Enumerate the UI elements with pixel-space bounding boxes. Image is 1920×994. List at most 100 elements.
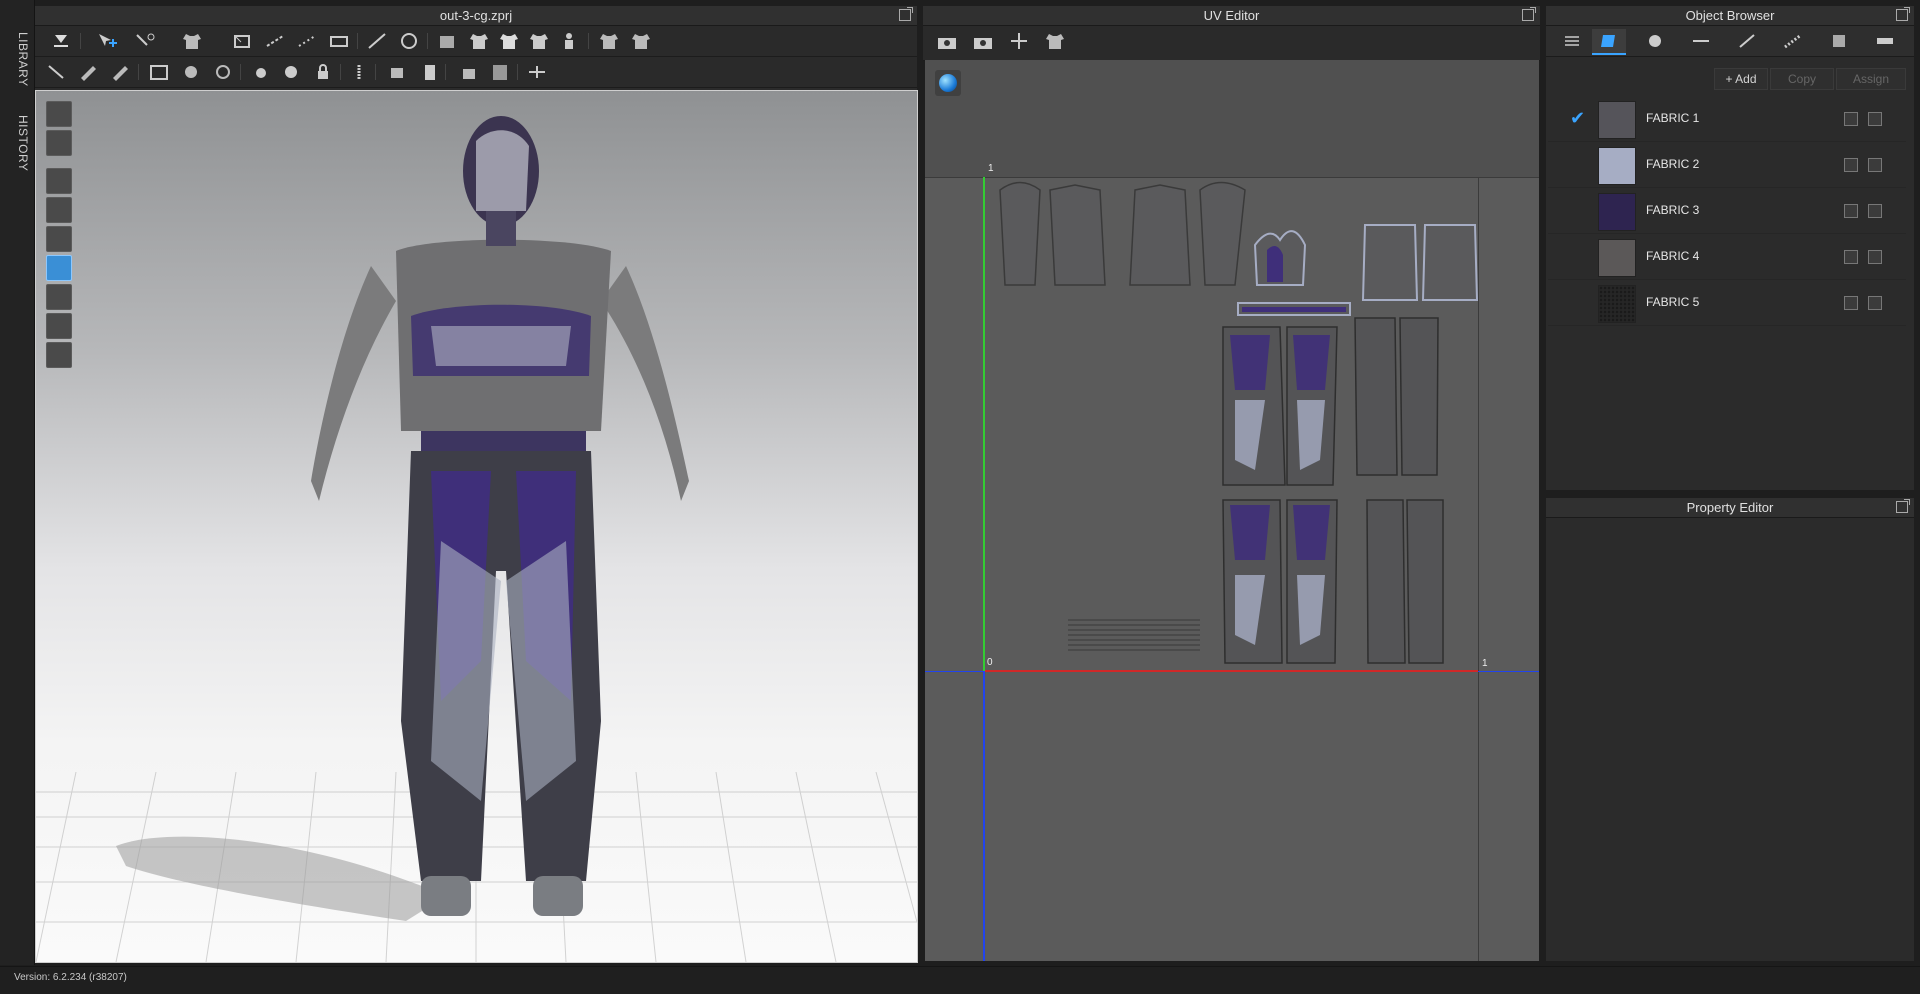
3d-window-titlebar: out-3-cg.zprj — [35, 6, 917, 26]
select-move-icon[interactable] — [95, 31, 119, 51]
lock-icon[interactable] — [311, 62, 335, 82]
duplicate-fabric-icon[interactable] — [1868, 112, 1882, 126]
duplicate-fabric-icon[interactable] — [1868, 158, 1882, 172]
uv-editor-title: UV Editor — [1203, 8, 1260, 23]
mesh-mode-icon[interactable] — [46, 284, 72, 310]
tack-icon[interactable] — [263, 31, 287, 51]
add-button[interactable]: + Add — [1714, 68, 1768, 90]
zipper-icon[interactable] — [347, 62, 371, 82]
duplicate-fabric-icon[interactable] — [1868, 296, 1882, 310]
button-icon[interactable] — [179, 62, 203, 82]
uv-editor-header: UV Editor — [923, 6, 1540, 61]
fabric-tab-icon[interactable] — [1592, 29, 1626, 55]
uv-canvas[interactable]: 1 0 1 — [925, 60, 1539, 961]
assign-button[interactable]: Assign — [1836, 68, 1906, 90]
zipper-tab-icon[interactable] — [1776, 29, 1810, 53]
fabric-row[interactable]: FABRIC 2 — [1548, 142, 1906, 188]
library-tab[interactable]: LIBRARY — [4, 32, 30, 87]
popout-icon[interactable] — [1522, 7, 1536, 21]
fold-icon[interactable] — [230, 31, 254, 51]
graphic-tab-icon[interactable] — [1822, 29, 1856, 53]
avatar-icon[interactable] — [557, 31, 581, 51]
topstitch-tab-icon[interactable] — [1684, 29, 1718, 53]
3d-toolbar-row-2 — [35, 57, 917, 88]
fabric-swatch[interactable] — [1598, 101, 1636, 139]
puckering-icon[interactable] — [487, 62, 511, 82]
pin-icon[interactable] — [295, 31, 319, 51]
button-tab-icon[interactable] — [1638, 29, 1672, 53]
copy-button[interactable]: Copy — [1770, 68, 1834, 90]
popout-icon[interactable] — [1896, 7, 1910, 21]
globe-icon[interactable] — [46, 342, 72, 368]
graphic-icon[interactable] — [147, 62, 171, 82]
object-browser-titlebar: Object Browser — [1546, 6, 1914, 26]
duplicate-fabric-icon[interactable] — [1868, 204, 1882, 218]
apply-fabric-icon[interactable] — [1844, 204, 1858, 218]
avatar-measure-icon[interactable] — [435, 31, 459, 51]
avatar-silhouette-icon[interactable] — [46, 313, 72, 339]
apply-fabric-icon[interactable] — [1844, 250, 1858, 264]
fabric-name: FABRIC 3 — [1646, 203, 1700, 217]
uv-capture-icon[interactable] — [971, 31, 995, 51]
fabric-swatch[interactable] — [1598, 285, 1636, 323]
popout-icon[interactable] — [1896, 499, 1910, 513]
shirt-plain-icon[interactable] — [497, 31, 521, 51]
edit-pattern-icon[interactable] — [133, 31, 157, 51]
circle-icon[interactable] — [279, 62, 303, 82]
left-side-strip: LIBRARY HISTORY — [0, 0, 35, 965]
shirt-icon[interactable] — [467, 31, 491, 51]
save-icon[interactable] — [49, 31, 73, 51]
uv-arrange-icon[interactable] — [1043, 31, 1067, 51]
show-pattern-icon[interactable] — [46, 197, 72, 223]
fabric-row[interactable]: FABRIC 3 — [1548, 188, 1906, 234]
piping-icon[interactable] — [455, 62, 479, 82]
property-editor-titlebar: Property Editor — [1546, 498, 1914, 518]
fit-icon[interactable] — [327, 31, 351, 51]
camera-view-icon[interactable] — [46, 101, 72, 127]
line-tool-icon[interactable] — [365, 31, 389, 51]
arrange-icon[interactable] — [597, 31, 621, 51]
uv-transform-icon[interactable] — [1007, 31, 1031, 51]
measure-icon[interactable] — [397, 31, 421, 51]
show-avatar-icon[interactable] — [46, 226, 72, 252]
select-button-icon[interactable] — [247, 62, 271, 82]
line-tab-icon[interactable] — [1730, 29, 1764, 53]
fabric-name: FABRIC 2 — [1646, 157, 1700, 171]
garment-icon[interactable] — [180, 31, 204, 51]
list-tab-icon[interactable] — [1554, 29, 1588, 53]
brush-2-icon[interactable] — [109, 62, 133, 82]
uv-snapshot-icon[interactable] — [935, 31, 959, 51]
3d-viewport[interactable] — [35, 90, 918, 963]
property-editor: Property Editor — [1546, 498, 1914, 961]
shirt-half-icon[interactable] — [527, 31, 551, 51]
fabric-row[interactable]: FABRIC 4 — [1548, 234, 1906, 280]
fabric-row[interactable]: FABRIC 5 — [1548, 280, 1906, 326]
fabric-swatch[interactable] — [1598, 193, 1636, 231]
3d-toolbar-row-1 — [35, 26, 917, 57]
uv-toolbar — [923, 26, 1540, 61]
binding-icon[interactable] — [385, 62, 409, 82]
ruler-tab-icon[interactable] — [1868, 29, 1902, 53]
history-tab[interactable]: HISTORY — [4, 115, 30, 171]
popout-icon[interactable] — [899, 7, 913, 21]
fabric-swatch[interactable] — [1598, 147, 1636, 185]
measure-tool-icon[interactable] — [525, 62, 549, 82]
apply-fabric-icon[interactable] — [1844, 158, 1858, 172]
fabric-name: FABRIC 1 — [1646, 111, 1700, 125]
edit-texture-icon[interactable] — [45, 62, 69, 82]
apply-fabric-icon[interactable] — [1844, 296, 1858, 310]
object-browser-tabs — [1546, 26, 1914, 57]
fabric-swatch[interactable] — [1598, 239, 1636, 277]
avatar-figure — [311, 116, 689, 916]
show-garment-icon[interactable] — [46, 168, 72, 194]
apply-fabric-icon[interactable] — [1844, 112, 1858, 126]
sync-icon[interactable] — [629, 31, 653, 51]
brush-icon[interactable] — [77, 62, 101, 82]
texture-mode-icon[interactable] — [46, 255, 72, 281]
fabric-row[interactable]: ✔ FABRIC 1 — [1548, 96, 1906, 142]
tape-icon[interactable] — [417, 62, 441, 82]
fabric-name: FABRIC 5 — [1646, 295, 1700, 309]
duplicate-fabric-icon[interactable] — [1868, 250, 1882, 264]
buttonhole-icon[interactable] — [211, 62, 235, 82]
avatar-view-icon[interactable] — [46, 130, 72, 156]
